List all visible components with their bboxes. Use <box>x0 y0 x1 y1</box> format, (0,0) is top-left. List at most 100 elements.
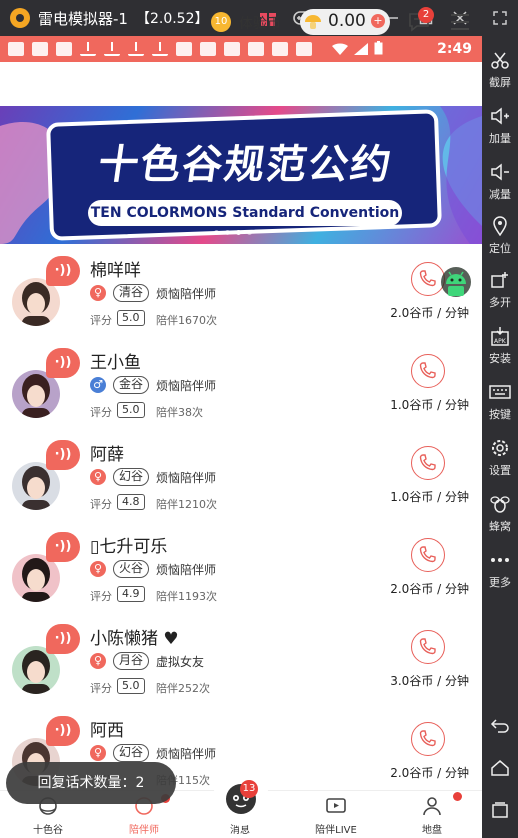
sidebar-item-keymap[interactable]: 按键 <box>482 380 518 422</box>
nav-home-button[interactable] <box>482 756 518 780</box>
notification-icon <box>176 42 192 56</box>
promo-banner[interactable]: 十色谷规范公约 TEN COLORMONS Standard Conventio… <box>0 106 482 244</box>
video-play-icon <box>326 798 346 813</box>
pager-dot <box>225 230 230 235</box>
female-icon: ♀ <box>90 653 106 669</box>
companion-row[interactable]: ·)) 棉咩咩 ♀ 清谷 烦恼陪伴师 评分 5.0 陪伴1670次 2.0谷币 … <box>0 244 482 336</box>
bee-icon <box>482 492 518 516</box>
session-count: 陪伴1193次 <box>156 590 217 603</box>
download-icon <box>80 42 96 56</box>
android-robot-icon[interactable] <box>438 264 474 306</box>
sidebar-item-install[interactable]: APK 安装 <box>482 324 518 366</box>
phone-icon <box>419 454 436 471</box>
sidebar-item-label: 设置 <box>489 464 511 477</box>
rating-label: 评分 <box>90 498 112 511</box>
price-per-minute: 2.0谷币 / 分钟 <box>390 766 469 780</box>
voice-intro-button[interactable]: ·)) <box>46 440 80 470</box>
session-count: 陪伴1670次 <box>156 314 217 327</box>
companion-role: 烦恼陪伴师 <box>156 287 217 301</box>
rating-label: 评分 <box>90 314 112 327</box>
voice-intro-button[interactable]: ·)) <box>46 256 80 286</box>
app-header <box>0 62 482 106</box>
companion-row[interactable]: ·)) 小陈懒猪 ♥ ♀ 月谷 虚拟女友 评分 5.0 陪伴252次 3.0谷币… <box>0 612 482 704</box>
balance-value: 0.00 <box>328 11 366 31</box>
sidebar-item-multi-instance[interactable]: 多开 <box>482 268 518 310</box>
female-icon: ♀ <box>90 285 106 301</box>
voice-intro-button[interactable]: ·)) <box>46 532 80 562</box>
call-button[interactable] <box>411 722 445 756</box>
valley-tag: 金谷 <box>113 376 150 394</box>
sidebar-item-screenshot[interactable]: 截屏 <box>482 48 518 90</box>
tab-live[interactable]: 陪伴LIVE <box>296 795 376 836</box>
companion-row[interactable]: ·)) 王小鱼 ♂ 金谷 烦恼陪伴师 评分 5.0 陪伴38次 1.0谷币 / … <box>0 336 482 428</box>
expand-arrows-icon[interactable] <box>488 6 512 30</box>
mail-icon <box>296 42 312 56</box>
wifi-icon <box>332 40 348 59</box>
download-icon <box>104 42 120 56</box>
voice-intro-button[interactable]: ·)) <box>46 624 80 654</box>
recharge-button[interactable]: + <box>371 14 385 28</box>
nav-recents-button[interactable] <box>482 798 518 822</box>
download-icon <box>152 42 168 56</box>
rating-label: 评分 <box>90 406 112 419</box>
price-per-minute: 3.0谷币 / 分钟 <box>390 674 469 688</box>
companion-role: 虚拟女友 <box>156 655 205 669</box>
back-arrow-icon <box>482 714 518 738</box>
companion-row[interactable]: ·)) ▯七升可乐 ♀ 火谷 烦恼陪伴师 评分 4.9 陪伴1193次 2.0谷… <box>0 520 482 612</box>
notification-icon <box>248 42 264 56</box>
voice-intro-button[interactable]: ·)) <box>46 348 80 378</box>
female-icon: ♀ <box>90 745 106 761</box>
call-button[interactable] <box>411 538 445 572</box>
sidebar-item-label: 更多 <box>489 576 511 589</box>
companion-name: 王小鱼 <box>90 353 141 373</box>
volume-up-icon <box>482 104 518 128</box>
gear-icon <box>482 436 518 460</box>
companion-list: ·)) 棉咩咩 ♀ 清谷 烦恼陪伴师 评分 5.0 陪伴1670次 2.0谷币 … <box>0 244 482 790</box>
message-unread-badge: 13 <box>240 780 258 798</box>
rating-value: 4.9 <box>117 586 145 602</box>
message-count-badge: 2 <box>418 7 434 23</box>
trial-coin-label[interactable]: 体验币 <box>239 13 281 33</box>
profile-icon <box>423 797 441 816</box>
sidebar-item-label: 蜂窝 <box>489 520 511 533</box>
keyboard-icon <box>482 380 518 404</box>
hamburger-menu-icon[interactable] <box>450 13 470 31</box>
sidebar-item-label: 减量 <box>489 188 511 201</box>
sidebar-item-volume-up[interactable]: 加量 <box>482 104 518 146</box>
sidebar-item-label: 多开 <box>489 296 511 309</box>
price-per-minute: 1.0谷币 / 分钟 <box>390 398 469 412</box>
call-button[interactable] <box>411 446 445 480</box>
sidebar-item-settings[interactable]: 设置 <box>482 436 518 478</box>
notification-icon <box>8 42 24 56</box>
sidebar-item-volume-down[interactable]: 减量 <box>482 160 518 202</box>
nav-back-button[interactable] <box>482 714 518 738</box>
sidebar-item-label: 加量 <box>489 132 511 145</box>
home-icon <box>482 756 518 780</box>
valley-tag: 火谷 <box>113 560 150 578</box>
sidebar-item-hive[interactable]: 蜂窝 <box>482 492 518 534</box>
more-icon <box>482 548 518 572</box>
android-status-bar: 2:49 <box>0 36 482 62</box>
tiktok-icon <box>200 42 216 56</box>
call-button[interactable] <box>411 630 445 664</box>
voice-intro-button[interactable]: ·)) <box>46 716 80 746</box>
companion-row[interactable]: ·)) 阿薛 ♀ 幻谷 烦恼陪伴师 评分 4.8 陪伴1210次 1.0谷币 /… <box>0 428 482 520</box>
tab-territory[interactable]: 地盘 <box>392 795 472 836</box>
emulator-side-toolbar: 截屏 加量 减量 定位 多开 APK 安装 按键 设置 蜂窝 更多 <box>482 36 518 838</box>
call-button[interactable] <box>411 354 445 388</box>
scissors-icon <box>482 48 518 72</box>
phone-icon <box>419 546 436 563</box>
valley-tag: 清谷 <box>113 284 150 302</box>
session-count: 陪伴1210次 <box>156 498 217 511</box>
session-count: 陪伴252次 <box>156 682 210 695</box>
female-icon: ♀ <box>90 561 106 577</box>
companion-name: ▯七升可乐 <box>90 537 168 557</box>
emulator-window: 雷电模拟器-1 【2.0.52】 截屏 加量 减量 定位 多开 APK 安装 按… <box>0 0 518 838</box>
phone-icon <box>419 362 436 379</box>
sidebar-item-more[interactable]: 更多 <box>482 548 518 590</box>
companion-role: 烦恼陪伴师 <box>156 747 217 761</box>
sidebar-item-location[interactable]: 定位 <box>482 214 518 256</box>
unread-dot <box>453 792 462 801</box>
male-icon: ♂ <box>90 377 106 393</box>
recents-icon <box>482 798 518 822</box>
